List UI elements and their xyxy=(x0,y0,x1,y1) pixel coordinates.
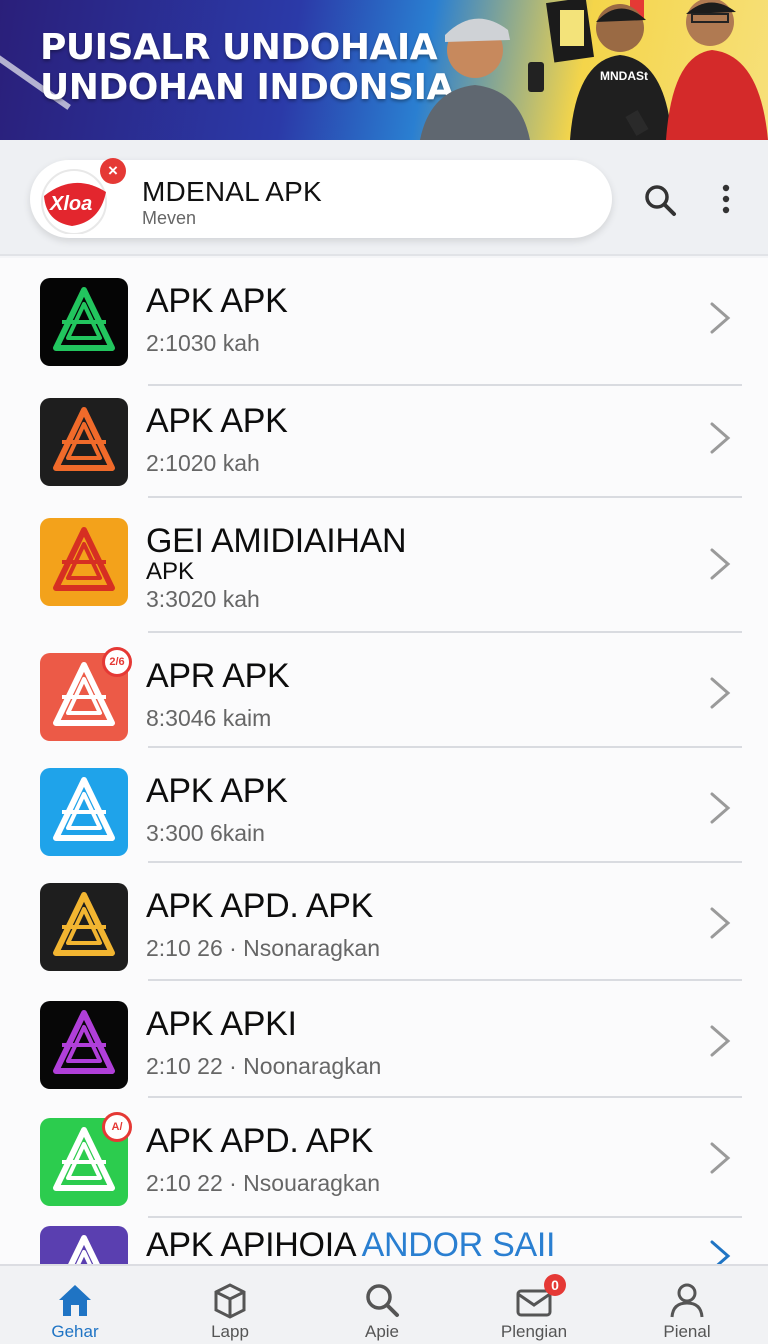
more-vert-icon[interactable] xyxy=(706,180,746,220)
app-title: APK APKI xyxy=(146,1005,297,1044)
app-meta: 3:3020 kah xyxy=(146,586,260,612)
list-item[interactable]: APK APK 2:1030 kah xyxy=(0,258,768,386)
page-subtitle: Meven xyxy=(142,208,197,228)
app-icon[interactable]: 2/6 xyxy=(40,647,132,741)
nav-label: Lapp xyxy=(211,1322,249,1341)
app-badge: A/ xyxy=(102,1112,132,1142)
app-header: Xloa × MDENAL APK Meven xyxy=(0,140,768,256)
chevron-right-icon[interactable] xyxy=(706,903,734,943)
home-icon xyxy=(59,1285,91,1316)
app-title: APK APD. APK xyxy=(146,887,373,926)
app-title: APK APK xyxy=(146,282,288,321)
list-item[interactable]: APK APD. APK 2:10 26 · Nsonaragkan xyxy=(0,863,768,981)
app-icon[interactable] xyxy=(40,518,128,606)
app-title: APK APIHOIA ANDOR SAII xyxy=(146,1226,555,1264)
app-title-text: APK APIHOIA xyxy=(146,1226,355,1264)
nav-apps[interactable]: Lapp xyxy=(170,1266,290,1344)
app-icon[interactable] xyxy=(40,398,128,486)
chevron-right-icon[interactable] xyxy=(706,418,734,458)
chevron-right-icon[interactable] xyxy=(706,1138,734,1178)
chevron-right-icon[interactable] xyxy=(706,788,734,828)
list-item[interactable]: 2/6 APR APK 8:3046 kaim xyxy=(0,633,768,748)
list-item[interactable]: APK APIHOIA ANDOR SAII xyxy=(0,1218,768,1264)
app-title-text: APK APD. APK xyxy=(146,1122,373,1160)
person-icon xyxy=(670,1283,704,1318)
nav-messages[interactable]: 0 Plengian xyxy=(474,1266,594,1344)
search-icon[interactable] xyxy=(640,180,680,220)
list-item[interactable]: A/APK APD. APK 2:10 22 · Nsouaragkan xyxy=(0,1098,768,1218)
triangle-logo-yellow-icon xyxy=(53,892,115,956)
promo-banner[interactable]: PUISALR UNDOHAIA UNDOHAN INDONSIA MNDASt xyxy=(0,0,768,140)
close-icon[interactable]: × xyxy=(100,158,126,184)
app-meta: 2:10 22 · Nsouaragkan xyxy=(146,1170,380,1196)
app-title-card[interactable]: Xloa × MDENAL APK Meven xyxy=(30,158,612,238)
list-item[interactable]: APK APKI 2:10 22 · Noonaragkan xyxy=(0,981,768,1098)
app-icon[interactable] xyxy=(40,883,128,971)
chevron-right-icon[interactable] xyxy=(706,544,734,584)
bottom-navigation: Gehar Lapp Apie 0 Plengian Pienal xyxy=(0,1264,768,1344)
app-icon[interactable] xyxy=(40,1226,128,1264)
app-meta: 2:1030 kah xyxy=(146,330,260,356)
banner-title: PUISALR UNDOHAIA UNDOHAN INDONSIA xyxy=(40,27,454,108)
nav-label: Gehar xyxy=(51,1322,99,1341)
triangle-logo-orange-icon xyxy=(53,407,115,471)
triangle-logo-white-on-purple-icon xyxy=(68,1235,100,1264)
list-item[interactable]: APK APK 3:300 6kain xyxy=(0,748,768,863)
list-item[interactable]: GEI AMIDIAIHAN APK 3:3020 kah xyxy=(0,498,768,633)
app-title-line2: APK xyxy=(146,558,195,585)
chevron-right-icon[interactable] xyxy=(706,1021,734,1061)
nav-search[interactable]: Apie xyxy=(322,1266,442,1344)
app-badge: 2/6 xyxy=(102,647,132,677)
app-meta: 8:3046 kaim xyxy=(146,705,272,731)
app-title: APK APD. APK xyxy=(146,1122,373,1161)
app-title-text: APK APK xyxy=(146,282,288,320)
app-list[interactable]: APK APK 2:1030 kah APK APK 2:1020 kah GEI AM… xyxy=(0,258,768,1264)
chevron-right-icon[interactable] xyxy=(706,673,734,713)
logo-text: Xloa xyxy=(49,193,92,215)
nav-profile[interactable]: Pienal xyxy=(627,1266,747,1344)
triangle-logo-white-on-blue-icon xyxy=(53,777,115,841)
app-meta: 3:300 6kain xyxy=(146,820,265,846)
chevron-right-icon[interactable] xyxy=(706,1236,734,1264)
app-title: APR APK xyxy=(146,657,290,696)
app-title: APK APK xyxy=(146,402,288,441)
box-icon xyxy=(214,1283,246,1319)
nav-label: Plengian xyxy=(500,1322,568,1341)
app-meta: 2:10 26 · Nsonaragkan xyxy=(146,935,380,961)
app-icon[interactable]: A/ xyxy=(40,1112,132,1206)
list-item[interactable]: APK APK 2:1020 kah xyxy=(0,378,768,498)
app-meta: 2:10 22 · Noonaragkan xyxy=(146,1053,382,1079)
app-title-text: GEI AMIDIAIHAN xyxy=(146,522,407,560)
app-icon[interactable] xyxy=(40,278,128,366)
banner-shirt-text: MNDASt xyxy=(600,69,648,83)
nav-notification-badge: 0 xyxy=(544,1274,566,1296)
app-title-accent: ANDOR SAII xyxy=(361,1226,556,1264)
app-logo: Xloa × xyxy=(36,158,126,235)
app-title-text: APK APK xyxy=(146,402,288,440)
search-icon xyxy=(366,1284,399,1317)
nav-label: Pienal xyxy=(663,1322,711,1341)
page-title: MDENAL APK xyxy=(142,176,322,207)
app-meta: 2:1020 kah xyxy=(146,450,260,476)
app-title: GEI AMIDIAIHAN xyxy=(146,522,407,561)
nav-label: Apie xyxy=(364,1322,400,1341)
chevron-right-icon[interactable] xyxy=(706,298,734,338)
triangle-logo-green-icon xyxy=(53,287,115,351)
nav-home[interactable]: Gehar xyxy=(15,1266,135,1344)
app-title-text: APR APK xyxy=(146,657,290,695)
app-icon[interactable] xyxy=(40,768,128,856)
app-title-text: APK APD. APK xyxy=(146,887,373,925)
app-title-text: APK APK xyxy=(146,772,288,810)
app-title-text: APK APKI xyxy=(146,1005,297,1043)
triangle-logo-purple-icon xyxy=(53,1010,115,1074)
app-title: APK APK xyxy=(146,772,288,811)
app-icon[interactable] xyxy=(40,1001,128,1089)
banner-people-illustration: MNDASt xyxy=(420,0,768,140)
triangle-logo-red-on-yellow-icon xyxy=(53,527,115,591)
